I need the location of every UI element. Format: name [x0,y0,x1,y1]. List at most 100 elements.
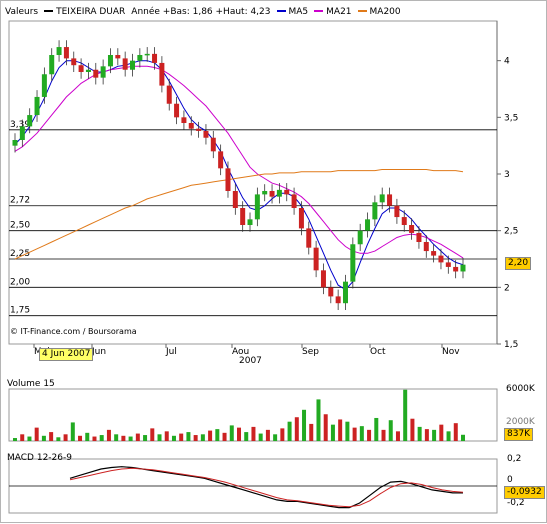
volume-bar [294,417,299,441]
volume-bar [222,432,227,441]
candle [357,230,363,245]
volume-bar [251,426,256,441]
volume-bar [143,435,148,441]
volume-bar [106,429,111,441]
candle [291,194,297,208]
chart-frame: Valeurs TEIXEIRA DUAR Année +Bas: 1,86 +… [0,0,547,523]
volume-bar [265,429,270,441]
volume-bar [63,434,68,441]
candle [78,65,84,72]
candle [188,123,194,129]
volume-bar [439,424,444,441]
macd-marks [8,458,498,514]
volume-bar [186,432,191,441]
volume-marks [8,388,498,442]
y-tick-label: 2,5 [504,227,518,237]
volume-bar [374,417,379,441]
volume-bar [453,423,458,441]
volume-bar [27,436,32,441]
volume-bar [150,428,155,441]
candle [225,168,231,191]
candle [85,69,91,72]
volume-bar [367,429,372,441]
candle [107,55,113,67]
volume-bar [157,434,162,441]
candle [306,228,312,248]
volume-bar [273,434,278,441]
volume-bar [41,435,46,441]
candle [232,191,238,208]
candle [453,266,459,272]
volume-bar [200,434,205,441]
y-tick-label: 2 [504,283,510,293]
candle [181,117,187,123]
volume-bar [316,399,321,441]
macd-last-badge: -0,0932 [504,486,545,499]
x-tick-label: Sep [302,347,319,357]
candle [122,58,128,70]
volume-bar [13,438,17,441]
macd-tick-bottom: -0,2 [507,498,525,508]
volume-bar [92,436,97,441]
volume-bar [179,433,184,441]
volume-bar [20,434,25,441]
candle [63,47,69,59]
volume-bar [424,429,429,441]
volume-bar [352,427,357,441]
candle [445,262,451,267]
candle [313,247,319,271]
candle [438,255,444,263]
candle [210,137,216,152]
candle [394,205,400,218]
price-marks [12,40,466,310]
candle [423,242,429,252]
x-tick-label: Oct [370,347,386,357]
candle [262,191,268,195]
volume-bar [70,422,75,441]
candle [460,264,466,272]
candle [34,96,40,116]
macd-line [69,466,463,509]
level-label: 1,75 [10,306,30,316]
volume-bar [280,428,285,441]
candle [298,208,304,229]
candle [269,191,275,197]
macd-title: MACD 12-26-9 [7,453,72,463]
volume-bar [461,434,465,441]
candle [115,55,121,59]
price-chart[interactable]: 3,392,722,502,252,001,7543,532,521,5MaiJ… [1,1,547,524]
volume-bar [34,427,39,441]
volume-bar [78,435,83,441]
price-grid: 3,392,722,502,252,001,7543,532,521,5MaiJ… [8,20,518,357]
candle [93,69,99,78]
last-price-badge: 2,20 [505,257,532,270]
volume-bar [330,424,335,441]
candle [240,208,246,225]
candle [174,103,180,118]
candle [12,140,18,146]
volume-bar [302,409,307,441]
volume-bar [49,432,54,441]
candle [416,232,422,242]
candle [100,66,106,78]
candle [379,194,385,203]
volume-bar [135,433,140,441]
volume-bar [381,429,386,441]
candle [19,126,25,140]
candle [27,115,33,127]
candle [41,74,47,97]
volume-bar [417,426,422,441]
y-tick-label: 1,5 [504,340,518,350]
candle [247,219,253,225]
candle [350,244,356,282]
volume-bar [446,431,451,441]
volume-bar [323,414,328,441]
candle [342,281,348,304]
macd-tick-mid: 0 [507,475,513,485]
candle [372,202,378,220]
volume-last-badge: 837K [504,428,534,441]
volume-bar [359,426,364,441]
candle [254,194,260,220]
candle [130,60,136,70]
macd-tick-top: 0,2 [507,454,522,464]
